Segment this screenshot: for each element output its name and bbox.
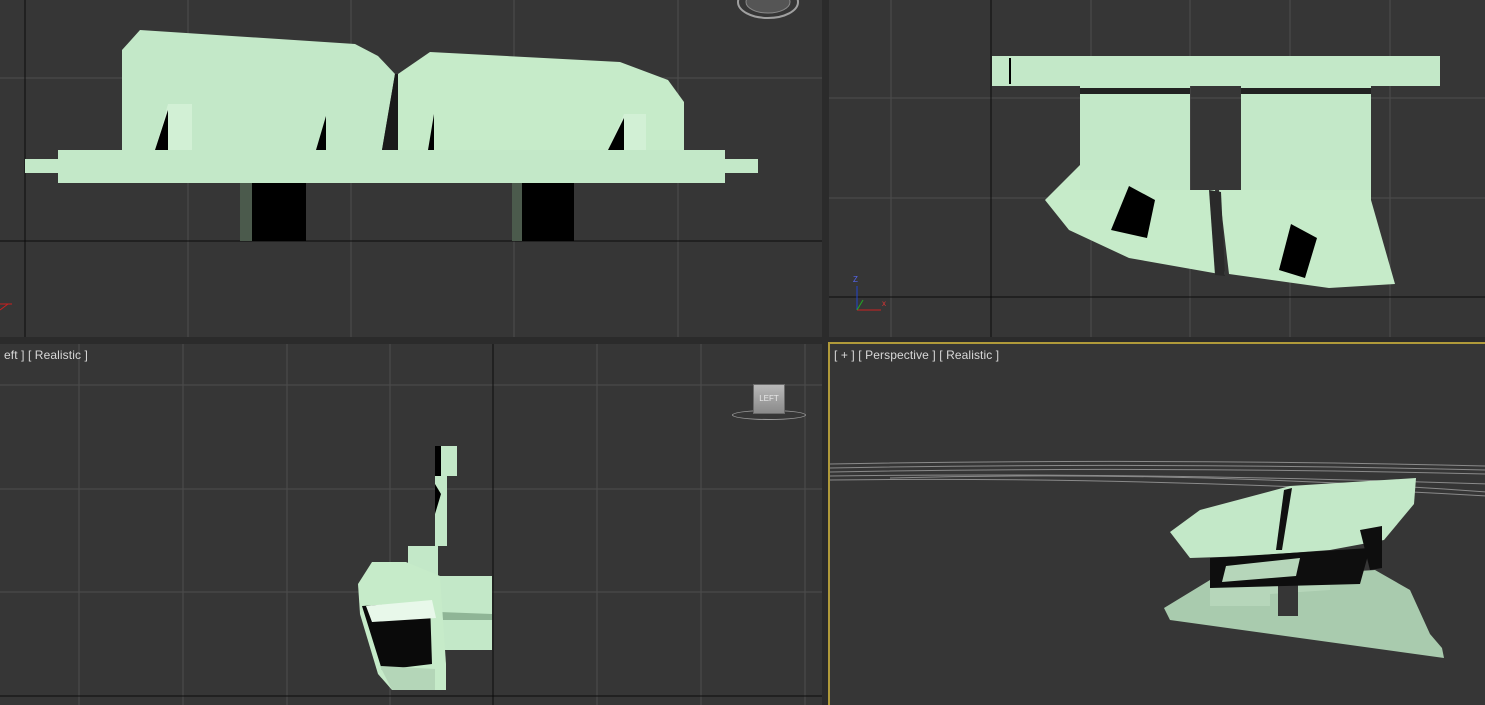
left-model[interactable] [358,446,492,690]
top-right-viewport-canvas: Z x [829,0,1485,337]
viewport-front[interactable] [0,0,822,337]
viewport-label-perspective[interactable]: [ + ] [ Perspective ] [ Realistic ] [834,348,999,362]
front-viewcube[interactable] [737,0,799,19]
viewport-left[interactable]: eft ] [ Realistic ] LEFT [0,344,822,705]
viewcube-left[interactable]: LEFT [753,384,785,414]
axis-x-label: x [882,299,886,308]
axis-z-label: Z [853,275,858,284]
viewport-perspective[interactable]: [ + ] [ Perspective ] [ Realistic ] [828,342,1485,705]
perspective-model[interactable] [1164,478,1444,658]
left-viewport-canvas [0,344,822,705]
viewport-top-right[interactable]: Z x [829,0,1485,337]
front-model[interactable] [25,30,758,241]
front-viewport-canvas [0,0,822,337]
front-axis-gizmo [0,303,12,311]
perspective-viewport-canvas [830,460,1485,658]
top-right-model[interactable] [992,56,1440,288]
viewport-label-left[interactable]: eft ] [ Realistic ] [4,348,88,362]
top-right-axis-gizmo: Z x [853,275,886,311]
